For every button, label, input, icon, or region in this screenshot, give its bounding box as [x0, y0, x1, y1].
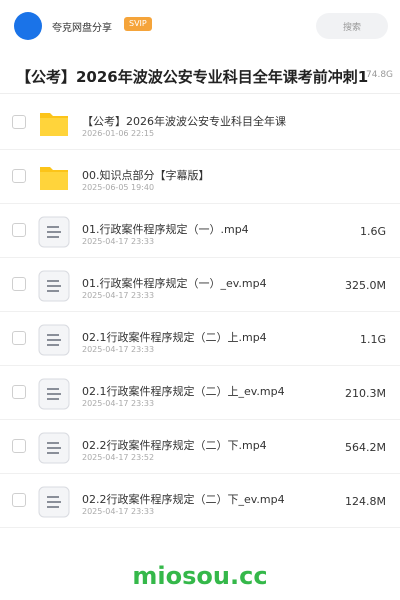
- file-date: 2025-04-17 23:52: [82, 453, 155, 462]
- row-checkbox[interactable]: [12, 331, 26, 345]
- video-file-icon: [38, 432, 70, 464]
- file-date: 2025-04-17 23:33: [82, 291, 155, 300]
- file-row[interactable]: 02.2行政案件程序规定（二）下_ev.mp4 2025-04-17 23:33 1…: [0, 474, 400, 528]
- file-date: 2025-06-05 19:40: [82, 183, 155, 192]
- total-size: 74.8G: [366, 70, 394, 80]
- row-checkbox[interactable]: [12, 493, 26, 507]
- folder-icon: [38, 108, 70, 140]
- file-size: 1.6G: [359, 225, 386, 238]
- file-name: 02.2行政案件程序规定（二）下.mp4: [82, 439, 267, 452]
- file-size: 1.1G: [359, 333, 386, 346]
- row-checkbox[interactable]: [12, 169, 26, 183]
- row-checkbox[interactable]: [12, 115, 26, 129]
- file-size: 210.3M: [345, 387, 386, 400]
- file-list: 【公考】2026年波波公安专业科目全年课 2026-01-06 22:15 00.知…: [0, 96, 400, 528]
- row-checkbox[interactable]: [12, 439, 26, 453]
- file-date: 2025-04-17 23:33: [82, 399, 155, 408]
- file-name: 【公考】2026年波波公安专业科目全年课: [82, 115, 286, 128]
- file-date: 2025-04-17 23:33: [82, 507, 155, 516]
- file-name: 01.行政案件程序规定（一）.mp4: [82, 223, 249, 236]
- file-name: 00.知识点部分【字幕版】: [82, 169, 210, 182]
- folder-icon: [38, 162, 70, 194]
- file-row[interactable]: 01.行政案件程序规定（一）_ev.mp4 2025-04-17 23:33 325…: [0, 258, 400, 312]
- file-date: 2026-01-06 22:15: [82, 129, 155, 138]
- file-date: 2025-04-17 23:33: [82, 237, 155, 246]
- brand-name: 夸克网盘分享: [52, 23, 112, 34]
- file-name: 01.行政案件程序规定（一）_ev.mp4: [82, 277, 267, 290]
- folder-row[interactable]: 【公考】2026年波波公安专业科目全年课 2026-01-06 22:15: [0, 96, 400, 150]
- row-checkbox[interactable]: [12, 223, 26, 237]
- svip-badge: SVIP: [124, 17, 152, 31]
- watermark-text: miosou.cc: [132, 562, 268, 590]
- page-title: 【公考】2026年波波公安专业科目全年课考前冲刺19: [16, 68, 368, 86]
- file-size: 564.2M: [345, 441, 386, 454]
- video-file-icon: [38, 216, 70, 248]
- search-label: 搜索: [342, 22, 361, 33]
- video-file-icon: [38, 324, 70, 356]
- file-name: 02.2行政案件程序规定（二）下_ev.mp4: [82, 493, 285, 506]
- file-size: 325.0M: [345, 279, 386, 292]
- video-file-icon: [38, 270, 70, 302]
- file-name: 02.1行政案件程序规定（二）上_ev.mp4: [82, 385, 285, 398]
- video-file-icon: [38, 486, 70, 518]
- folder-row[interactable]: 00.知识点部分【字幕版】 2025-06-05 19:40: [0, 150, 400, 204]
- video-file-icon: [38, 378, 70, 410]
- folder-title-row: 【公考】2026年波波公安专业科目全年课考前冲刺19 74.8G: [0, 58, 400, 94]
- file-date: 2025-04-17 23:33: [82, 345, 155, 354]
- file-row[interactable]: 01.行政案件程序规定（一）.mp4 2025-04-17 23:33 1.6G: [0, 204, 400, 258]
- search-button[interactable]: 搜索: [316, 13, 388, 39]
- header-bar: 夸克网盘分享 SVIP 搜索: [0, 0, 400, 52]
- file-row[interactable]: 02.2行政案件程序规定（二）下.mp4 2025-04-17 23:52 564.…: [0, 420, 400, 474]
- file-size: 124.8M: [345, 495, 386, 508]
- avatar[interactable]: [14, 12, 42, 40]
- file-row[interactable]: 02.1行政案件程序规定（二）上_ev.mp4 2025-04-17 23:33 2…: [0, 366, 400, 420]
- file-row[interactable]: 02.1行政案件程序规定（二）上.mp4 2025-04-17 23:33 1.1G: [0, 312, 400, 366]
- row-checkbox[interactable]: [12, 277, 26, 291]
- file-name: 02.1行政案件程序规定（二）上.mp4: [82, 331, 267, 344]
- row-checkbox[interactable]: [12, 385, 26, 399]
